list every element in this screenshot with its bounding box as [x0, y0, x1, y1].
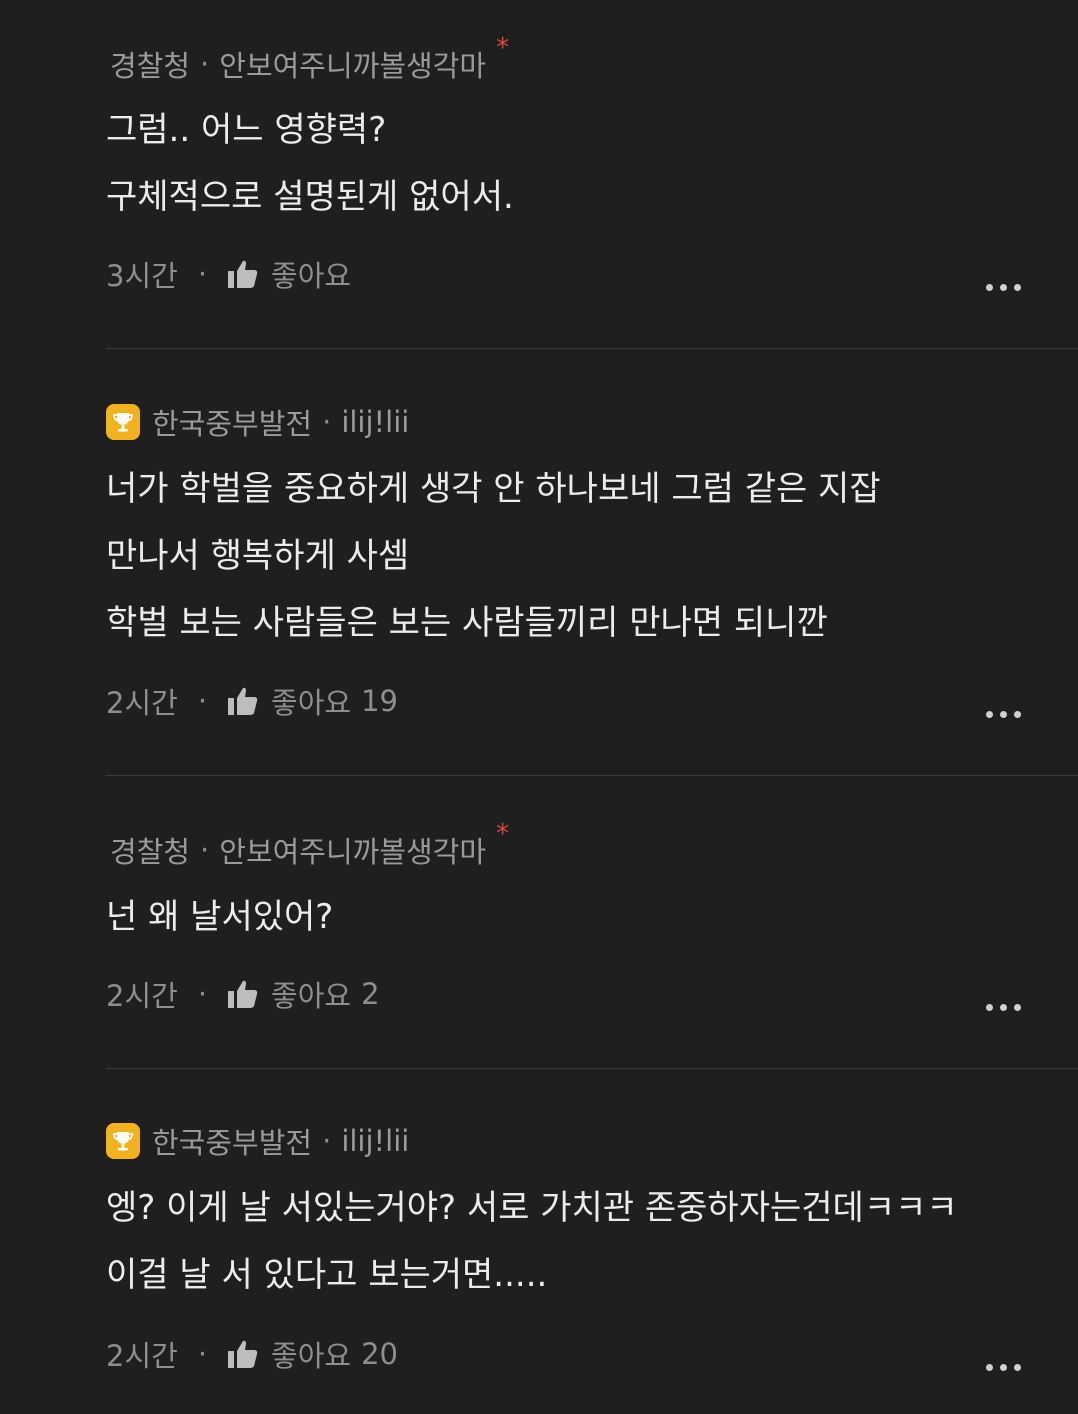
- header-separator: ·: [200, 833, 210, 867]
- comment-time: 3시간: [106, 259, 178, 293]
- trophy-icon: [106, 404, 140, 440]
- author-mark: *: [496, 33, 510, 63]
- more-dot: [986, 1364, 993, 1371]
- like-count: 20: [361, 1337, 398, 1371]
- more-options-icon[interactable]: [986, 284, 1021, 291]
- more-dot: [1014, 711, 1021, 718]
- comment-meta: 3시간 · 좋아요: [106, 254, 361, 294]
- comment-header: 한국중부발전 · ilij!lii: [106, 398, 409, 446]
- like-count: 19: [361, 684, 398, 718]
- author-company[interactable]: 경찰청: [110, 829, 190, 871]
- more-dot: [1000, 711, 1007, 718]
- author-nickname[interactable]: ilij!lii: [341, 405, 409, 439]
- author-mark: *: [496, 819, 510, 849]
- header-separator: ·: [322, 405, 332, 439]
- comment-body: 엥? 이게 날 서있는거야? 서로 가치관 존중하자는건데ㅋㅋㅋ 이걸 날 서 …: [106, 1175, 958, 1309]
- comment-meta: 2시간 · 좋아요 2: [106, 974, 380, 1014]
- like-button[interactable]: 좋아요: [271, 1333, 351, 1375]
- like-button[interactable]: 좋아요: [271, 680, 351, 722]
- comment-line: 학벌 보는 사람들은 보는 사람들끼리 만나면 되니깐: [106, 603, 828, 643]
- comment-line: 넌 왜 날서있어?: [106, 897, 334, 937]
- more-dot: [1014, 1004, 1021, 1011]
- more-dot: [1014, 284, 1021, 291]
- header-separator: ·: [322, 1124, 332, 1158]
- more-options-icon[interactable]: [986, 1004, 1021, 1011]
- comment-divider: [106, 348, 1078, 349]
- comment-line: 구체적으로 설명된게 없어서.: [106, 177, 514, 217]
- author-nickname[interactable]: 안보여주니까볼생각마: [219, 43, 486, 85]
- author-company[interactable]: 한국중부발전: [152, 1120, 312, 1162]
- like-button[interactable]: 좋아요: [271, 253, 351, 295]
- comment-body: 넌 왜 날서있어?: [106, 884, 333, 951]
- meta-separator: ·: [197, 257, 208, 291]
- comment-line: 엥? 이게 날 서있는거야? 서로 가치관 존중하자는건데ㅋㅋㅋ: [106, 1188, 958, 1228]
- thumbs-up-icon[interactable]: [227, 686, 259, 716]
- header-separator: ·: [200, 47, 210, 81]
- more-dot: [986, 711, 993, 718]
- more-dot: [986, 284, 993, 291]
- comment-time: 2시간: [106, 1339, 178, 1373]
- comment-header: 경찰청 · 안보여주니까볼생각마 *: [110, 33, 509, 88]
- more-dot: [1014, 1364, 1021, 1371]
- comment-body: 그럼.. 어느 영향력? 구체적으로 설명된게 없어서.: [106, 97, 514, 231]
- comment-divider: [106, 775, 1078, 776]
- comment-line: 이걸 날 서 있다고 보는거면.....: [106, 1255, 548, 1295]
- comment-header: 경찰청 · 안보여주니까볼생각마 *: [110, 819, 509, 874]
- comment-body: 너가 학벌을 중요하게 생각 안 하나보네 그럼 같은 지잡 만나서 행복하게 …: [106, 456, 881, 657]
- more-dot: [1000, 1364, 1007, 1371]
- comment-header: 한국중부발전 · ilij!lii: [106, 1117, 409, 1165]
- meta-separator: ·: [197, 1337, 208, 1371]
- comment-meta: 2시간 · 좋아요 19: [106, 681, 398, 721]
- comment-meta: 2시간 · 좋아요 20: [106, 1334, 398, 1374]
- meta-separator: ·: [197, 977, 208, 1011]
- trophy-icon: [106, 1123, 140, 1159]
- comment-divider: [106, 1068, 1078, 1069]
- comment-time: 2시간: [106, 979, 178, 1013]
- more-dot: [1000, 1004, 1007, 1011]
- author-company[interactable]: 경찰청: [110, 43, 190, 85]
- thumbs-up-icon[interactable]: [227, 259, 259, 289]
- more-options-icon[interactable]: [986, 1364, 1021, 1371]
- more-dot: [1000, 284, 1007, 291]
- comment-line: 만나서 행복하게 사셈: [106, 536, 410, 576]
- thumbs-up-icon[interactable]: [227, 1339, 259, 1369]
- author-nickname[interactable]: 안보여주니까볼생각마: [219, 829, 486, 871]
- author-nickname[interactable]: ilij!lii: [341, 1124, 409, 1158]
- like-button[interactable]: 좋아요: [271, 973, 351, 1015]
- like-count: 2: [361, 977, 380, 1011]
- more-dot: [986, 1004, 993, 1011]
- comment-time: 2시간: [106, 686, 178, 720]
- thumbs-up-icon[interactable]: [227, 979, 259, 1009]
- author-company[interactable]: 한국중부발전: [152, 401, 312, 443]
- comment-line: 그럼.. 어느 영향력?: [106, 110, 387, 150]
- meta-separator: ·: [197, 684, 208, 718]
- comment-line: 너가 학벌을 중요하게 생각 안 하나보네 그럼 같은 지잡: [106, 469, 881, 509]
- more-options-icon[interactable]: [986, 711, 1021, 718]
